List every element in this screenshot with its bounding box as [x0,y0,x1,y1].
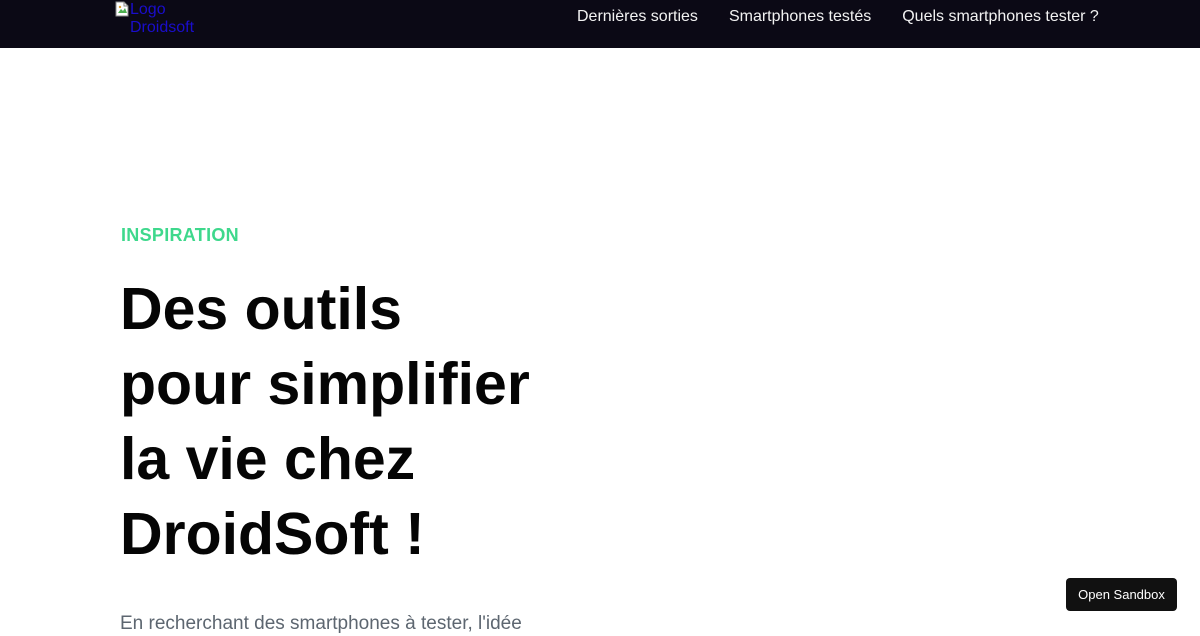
hero-title-line: Des outils [120,276,402,342]
nav-link-tested-smartphones[interactable]: Smartphones testés [729,7,871,27]
open-sandbox-button[interactable]: Open Sandbox [1066,578,1177,611]
hero-title-line: DroidSoft ! [120,501,425,567]
top-navbar: Logo Droidsoft Dernières sorties Smartph… [0,0,1200,48]
logo-link[interactable]: Logo Droidsoft [115,1,195,37]
nav-link-latest-releases[interactable]: Dernières sorties [577,7,698,27]
nav-link-which-to-test[interactable]: Quels smartphones tester ? [902,7,1099,27]
logo-alt-text: Logo Droidsoft [130,1,195,36]
hero-title-line: la vie chez [120,426,416,492]
hero-intro-text: En recherchant des smartphones à tester,… [120,613,522,634]
hero-title: Des outils pour simplifier la vie chez D… [120,272,580,572]
hero-title-line: pour simplifier [120,351,530,417]
main-nav: Dernières sorties Smartphones testés Que… [577,7,1099,27]
broken-image-icon [115,1,129,17]
hero-eyebrow: INSPIRATION [121,225,239,245]
